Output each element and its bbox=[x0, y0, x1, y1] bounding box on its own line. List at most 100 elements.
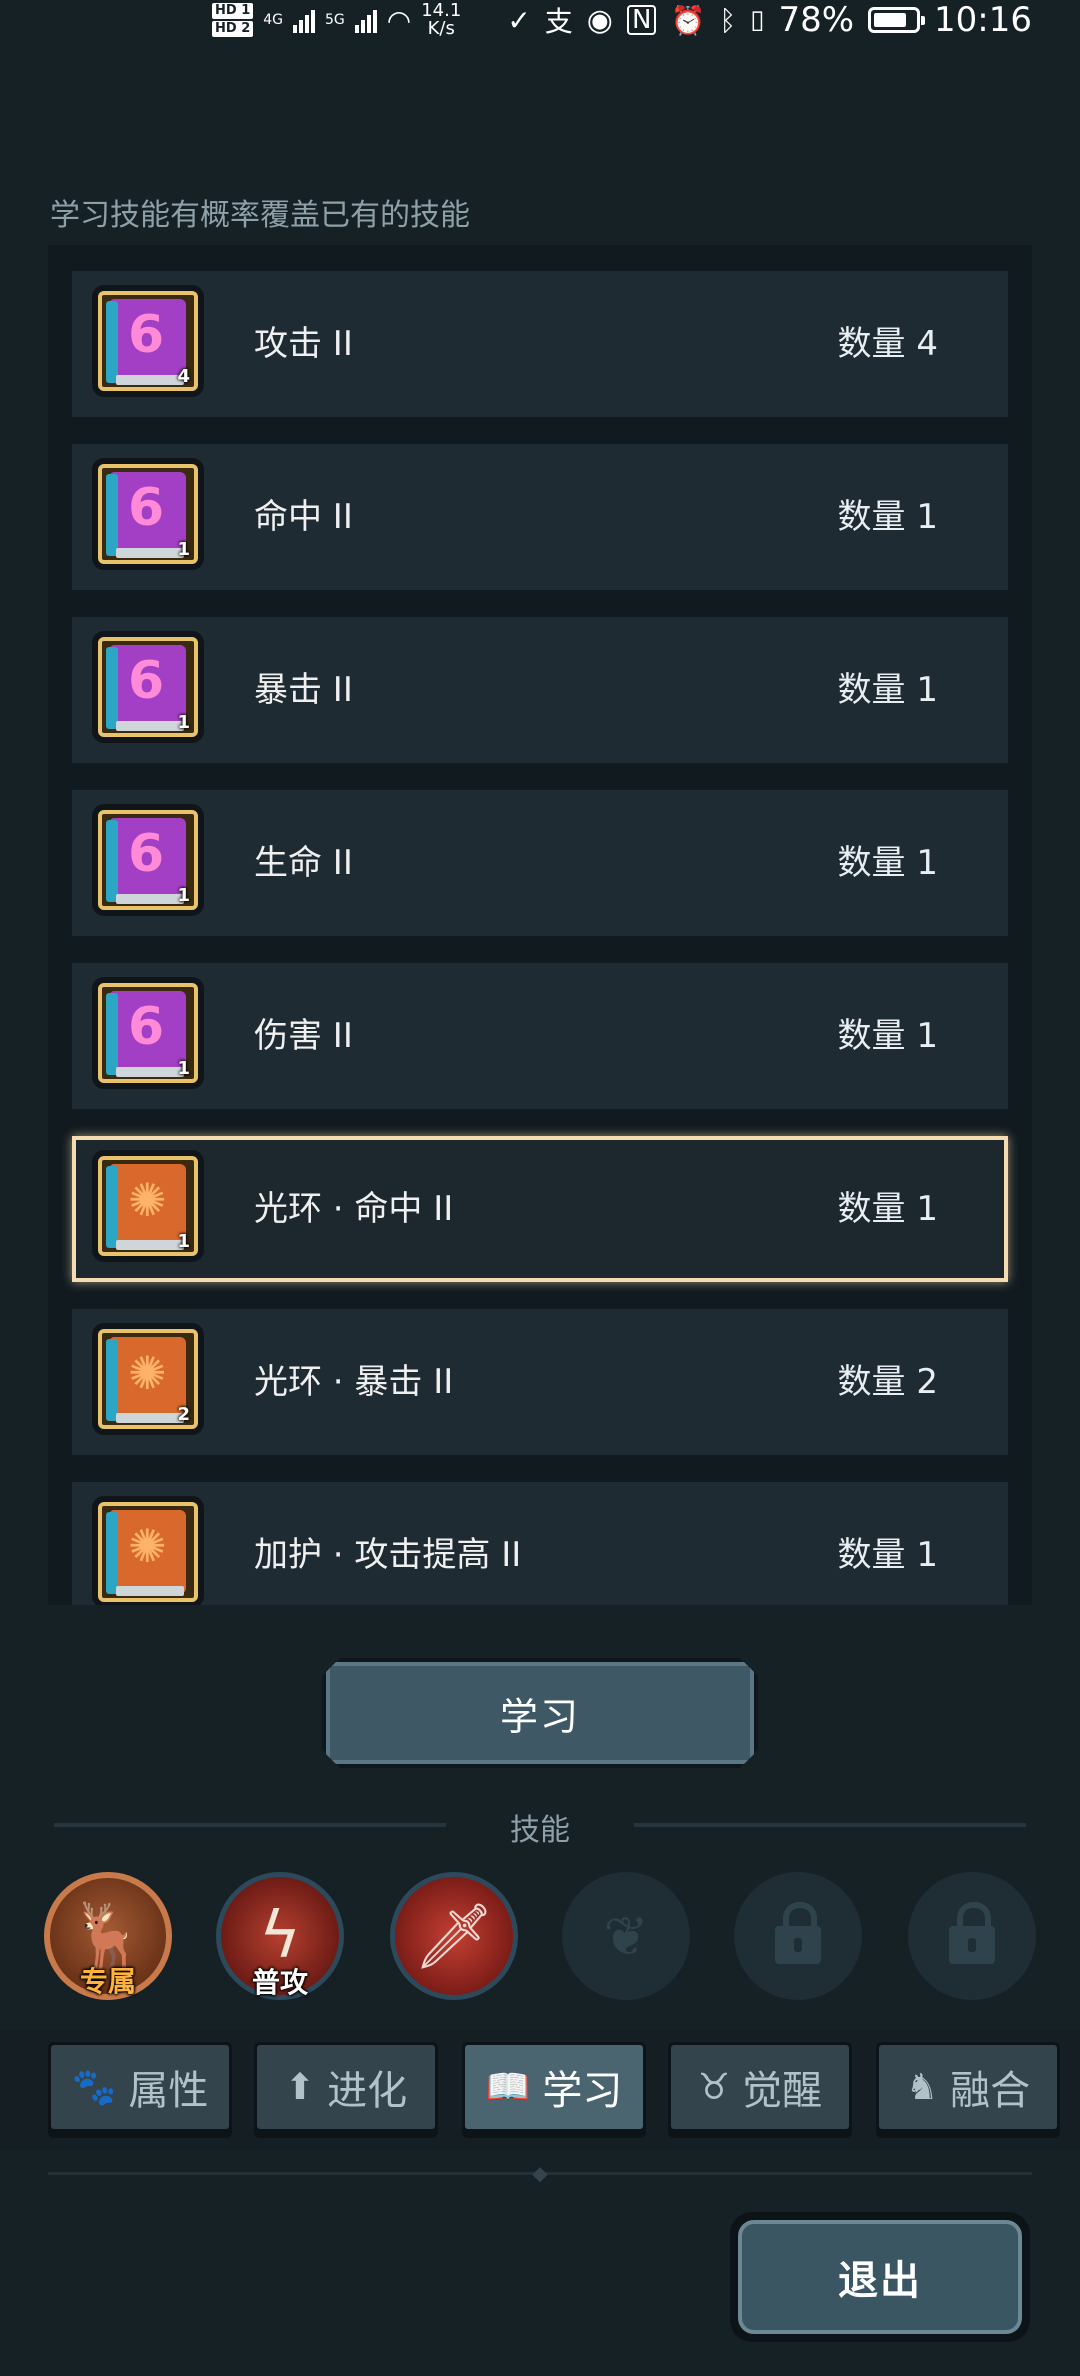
battery-percent: 78% bbox=[778, 0, 855, 40]
skill-label: 专属 bbox=[79, 1965, 136, 1998]
book-spine bbox=[106, 301, 118, 383]
learn-button[interactable]: 学习 bbox=[322, 1658, 758, 1768]
skill-book-name: 光环 · 暴击 II bbox=[254, 1362, 454, 1402]
skill-slot-normal-attack[interactable]: ϟ 普攻 bbox=[216, 1872, 344, 2000]
book-glyph: 6 bbox=[128, 824, 165, 884]
book-glyph: ✺ bbox=[128, 1519, 167, 1573]
skill-book-row[interactable]: ✺ 2 光环 · 暴击 II 数量 2 bbox=[72, 1309, 1008, 1455]
alipay-icon: 支 bbox=[544, 5, 573, 38]
tab-label: 融合 bbox=[950, 2068, 1031, 2114]
book-frame: ✺ bbox=[98, 1502, 198, 1602]
book-glyph: ✺ bbox=[128, 1173, 167, 1227]
skill-slot-empty[interactable]: ❦ bbox=[562, 1872, 690, 2000]
book-pages bbox=[116, 1067, 184, 1077]
book-pages bbox=[116, 1413, 184, 1423]
tab-label: 学习 bbox=[542, 2068, 623, 2114]
book-count-badge: 2 bbox=[177, 1404, 190, 1425]
payment-icon: ✓ bbox=[507, 3, 531, 37]
bluetooth-icon: ᛒ bbox=[719, 3, 737, 37]
tab-label: 属性 bbox=[128, 2068, 209, 2114]
skill-book-name: 光环 · 命中 II bbox=[254, 1189, 454, 1229]
tab-label: 进化 bbox=[327, 2068, 408, 2114]
skill-slot-locked[interactable] bbox=[908, 1872, 1036, 2000]
book-count-badge: 1 bbox=[177, 539, 190, 560]
skill-book-row[interactable]: 6 4 攻击 II 数量 4 bbox=[72, 271, 1008, 417]
book-glyph: ✺ bbox=[128, 1346, 167, 1400]
skill-book-name: 攻击 II bbox=[254, 324, 353, 364]
status-bar: HD 1 HD 2 4G 5G ◠ 14.1 K/s ✓ 支 ◉ N ⏰ ᛒ ▯… bbox=[0, 0, 1080, 52]
book-pages bbox=[116, 721, 184, 731]
skill-slot-locked[interactable] bbox=[734, 1872, 862, 2000]
skill-book-row[interactable]: 6 1 生命 II 数量 1 bbox=[72, 790, 1008, 936]
alarm-icon: ⏰ bbox=[670, 3, 706, 37]
orange-book-icon: ✺ 2 bbox=[92, 1323, 204, 1435]
skill-slot-sword[interactable]: 🗡 bbox=[390, 1872, 518, 2000]
eye-icon: ◉ bbox=[586, 2, 613, 38]
book-spine bbox=[106, 820, 118, 902]
skill-book-quantity: 数量 1 bbox=[837, 843, 938, 883]
book-count-badge: 1 bbox=[177, 1058, 190, 1079]
book-frame: 61 bbox=[98, 637, 198, 737]
lock-icon bbox=[908, 1872, 1036, 2000]
skill-book-quantity: 数量 1 bbox=[837, 1535, 938, 1575]
signal-icon bbox=[354, 7, 377, 33]
book-spine bbox=[106, 647, 118, 729]
skill-book-row[interactable]: 6 1 暴击 II 数量 1 bbox=[72, 617, 1008, 763]
book-spine bbox=[106, 1512, 118, 1594]
book-count-badge: 1 bbox=[177, 885, 190, 906]
book-glyph: 6 bbox=[128, 478, 165, 538]
hd-icon: HD 2 bbox=[212, 21, 254, 37]
tab-learn[interactable]: 📖 学习 bbox=[462, 2042, 646, 2132]
book-pages bbox=[116, 894, 184, 904]
fusion-icon: ♞ bbox=[905, 2066, 939, 2108]
empty-skill-icon: ❦ bbox=[603, 1904, 649, 1968]
book-spine bbox=[106, 474, 118, 556]
book-count-badge: 1 bbox=[177, 712, 190, 733]
purple-book-icon: 61 bbox=[92, 458, 204, 570]
hd-icon: HD 1 bbox=[212, 3, 254, 19]
skill-book-name: 暴击 II bbox=[254, 670, 353, 710]
tab-attributes[interactable]: 🐾 属性 bbox=[48, 2042, 232, 2132]
book-pages bbox=[116, 375, 184, 385]
book-glyph: 6 bbox=[128, 997, 165, 1057]
skill-book-quantity: 数量 1 bbox=[837, 1189, 938, 1229]
tab-fusion[interactable]: ♞ 融合 bbox=[876, 2042, 1060, 2132]
divider-ornament-icon: ◆ bbox=[532, 2161, 548, 2185]
network-type-2: 5G bbox=[325, 12, 345, 28]
signal-icon bbox=[293, 7, 316, 33]
tab-label: 觉醒 bbox=[742, 2068, 823, 2114]
skill-book-row[interactable]: ✺ 1 光环 · 命中 II 数量 1 bbox=[72, 1136, 1008, 1282]
skill-book-list-inner: 6 4 攻击 II 数量 4 6 1 命中 II 数量 1 6 1 暴击 II 数量 1 6 1 生命 II… bbox=[72, 271, 1008, 1605]
book-frame: 61 bbox=[98, 464, 198, 564]
skill-book-name: 命中 II bbox=[254, 497, 353, 537]
book-icon: 📖 bbox=[485, 2067, 531, 2108]
skill-book-quantity: 数量 1 bbox=[837, 497, 938, 537]
tab-evolve[interactable]: ⬆ 进化 bbox=[254, 2042, 438, 2132]
skill-book-quantity: 数量 1 bbox=[837, 1016, 938, 1056]
sword-icon: 🗡 bbox=[413, 1899, 495, 1974]
skill-book-quantity: 数量 2 bbox=[837, 1362, 938, 1402]
skill-book-row[interactable]: ✺ 加护 · 攻击提高 II 数量 1 bbox=[72, 1482, 1008, 1605]
book-frame: ✺ 1 bbox=[98, 1156, 198, 1256]
clock: 10:16 bbox=[934, 0, 1032, 40]
skill-book-row[interactable]: 6 1 命中 II 数量 1 bbox=[72, 444, 1008, 590]
exit-button[interactable]: 退出 bbox=[738, 2220, 1022, 2334]
skill-book-row[interactable]: 6 1 伤害 II 数量 1 bbox=[72, 963, 1008, 1109]
book-spine bbox=[106, 1339, 118, 1421]
book-count-badge: 4 bbox=[177, 366, 190, 387]
skill-book-name: 伤害 II bbox=[254, 1016, 353, 1056]
paw-icon: 🐾 bbox=[71, 2067, 117, 2108]
book-count-badge: 1 bbox=[177, 1231, 190, 1252]
skills-title: 技能 bbox=[510, 1813, 570, 1848]
purple-book-icon: 64 bbox=[92, 285, 204, 397]
book-pages bbox=[116, 1586, 184, 1596]
skill-book-name: 加护 · 攻击提高 II bbox=[254, 1535, 522, 1575]
skill-book-list[interactable]: 6 4 攻击 II 数量 4 6 1 命中 II 数量 1 6 1 暴击 II 数量 1 6 1 生命 II… bbox=[48, 245, 1032, 1605]
exit-button-frame: 退出 bbox=[730, 2212, 1030, 2342]
book-pages bbox=[116, 548, 184, 558]
skill-slot-exclusive[interactable]: 🦌 专属 bbox=[44, 1872, 172, 2000]
tab-awaken[interactable]: ♉ 觉醒 bbox=[668, 2042, 852, 2132]
purple-book-icon: 61 bbox=[92, 977, 204, 1089]
book-spine bbox=[106, 1166, 118, 1248]
book-pages bbox=[116, 1240, 184, 1250]
